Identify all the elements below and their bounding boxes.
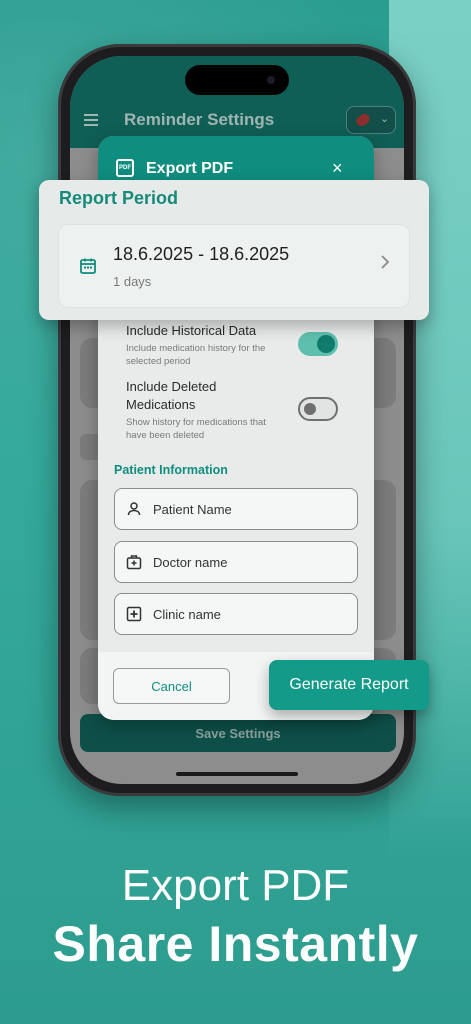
report-period-card: Report Period 18.6.2025 - 18.6.2025 1 da… — [39, 180, 429, 320]
deleted-medications-toggle[interactable] — [298, 397, 338, 421]
medication-selector[interactable]: ⌄ — [346, 106, 396, 134]
day-count: 1 days — [113, 274, 152, 289]
calendar-icon — [79, 257, 97, 275]
promo-headline: Export PDF — [121, 861, 350, 910]
clinic-name-field[interactable] — [114, 593, 358, 635]
patient-name-field[interactable] — [114, 488, 358, 530]
patient-information-label: Patient Information — [114, 463, 228, 477]
chevron-down-icon: ⌄ — [380, 113, 390, 125]
generate-report-button[interactable]: Generate Report — [269, 660, 429, 710]
home-indicator — [176, 772, 298, 776]
dialog-header: PDF Export PDF × — [98, 136, 374, 184]
historical-data-toggle[interactable] — [298, 332, 338, 356]
toggle-title: Include Deleted Medications — [126, 379, 217, 412]
report-period-title: Report Period — [59, 188, 179, 208]
toggle-description: Include medication history for the selec… — [126, 343, 266, 367]
date-range: 18.6.2025 - 18.6.2025 — [113, 244, 290, 264]
close-icon[interactable]: × — [332, 158, 343, 179]
toggle-description: Show history for medications that have b… — [126, 417, 266, 441]
dialog-title: Export PDF — [146, 160, 234, 177]
medical-bag-icon — [115, 554, 153, 570]
clinic-name-input[interactable] — [153, 606, 343, 622]
pdf-icon: PDF — [116, 159, 134, 177]
toggle-title: Include Historical Data — [126, 323, 257, 338]
patient-name-input[interactable] — [153, 501, 343, 517]
camera-icon — [267, 76, 275, 84]
cancel-button[interactable]: Cancel — [113, 668, 230, 704]
person-icon — [115, 501, 153, 517]
menu-icon[interactable] — [84, 114, 98, 126]
hospital-icon — [115, 606, 153, 622]
doctor-name-input[interactable] — [153, 554, 343, 570]
app-title: Reminder Settings — [124, 110, 275, 129]
promo-tagline: Share Instantly — [52, 916, 419, 972]
report-period-selector[interactable]: 18.6.2025 - 18.6.2025 1 days — [58, 224, 410, 308]
pill-icon — [354, 111, 372, 129]
doctor-name-field[interactable] — [114, 541, 358, 583]
dynamic-island — [185, 65, 289, 95]
chevron-right-icon — [379, 253, 391, 277]
